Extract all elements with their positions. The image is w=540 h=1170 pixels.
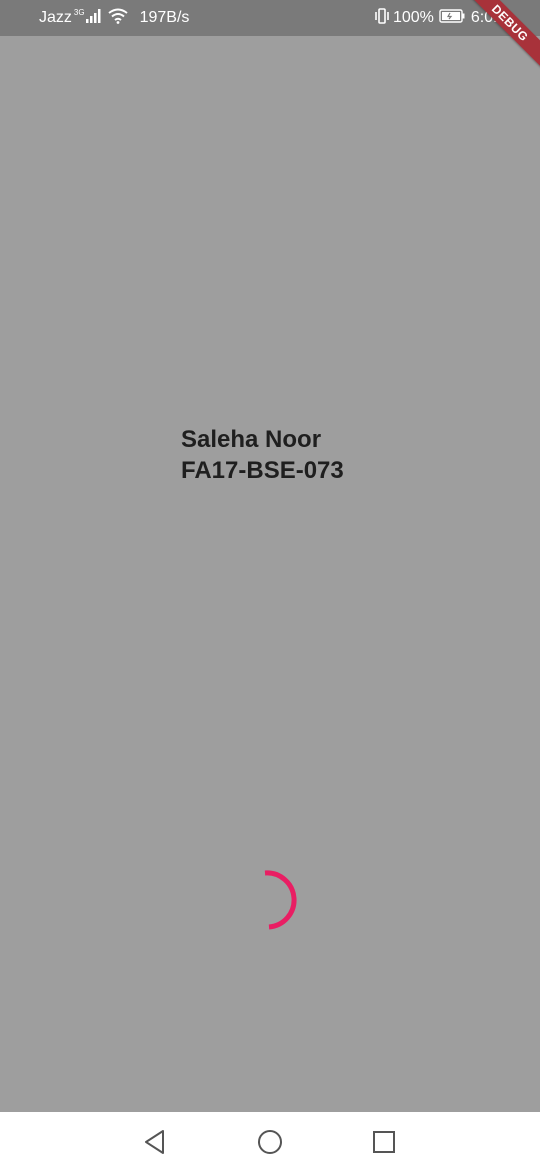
student-id: FA17-BSE-073 [181,457,344,484]
status-bar: Jazz 3G 197B/s 100% 6:01 DEBUG [0,0,540,72]
network-speed: 197B/s [139,9,190,26]
wifi-icon [107,8,128,29]
vibrate-icon [374,7,390,29]
battery-icon [439,8,465,28]
student-name: Saleha Noor [181,426,322,453]
recents-button[interactable] [370,1128,398,1156]
back-button[interactable] [141,1128,169,1156]
carrier-name: Jazz [39,9,72,26]
home-button[interactable] [256,1128,284,1156]
screen: Jazz 3G 197B/s 100% 6:01 DEBUG Saleha No… [0,0,540,1170]
loading-spinner [240,870,300,930]
recents-icon [373,1131,395,1153]
navigation-bar [0,1112,540,1170]
battery-percent: 100% [392,9,434,26]
back-icon [145,1130,164,1154]
identity-block: Saleha Noor FA17-BSE-073 [181,424,344,486]
network-type: 3G [73,7,85,17]
home-icon [258,1130,282,1154]
signal-icon [85,8,102,28]
spinner-arc-icon [264,870,297,930]
status-bar-left: Jazz 3G 197B/s [39,0,189,36]
